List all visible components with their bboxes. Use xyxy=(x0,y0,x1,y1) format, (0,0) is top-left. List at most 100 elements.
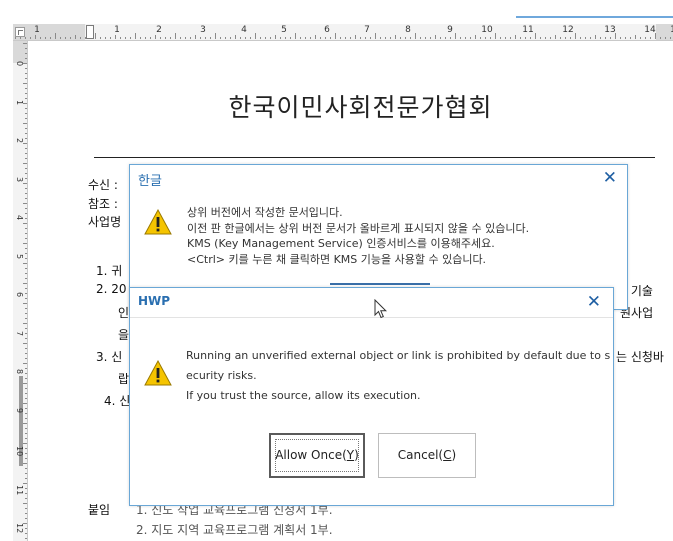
ruler-number: 9 xyxy=(15,407,24,413)
ruler-tick xyxy=(25,188,27,189)
ruler-tick xyxy=(435,35,436,39)
ruler-tick xyxy=(25,198,27,199)
ruler-tick xyxy=(75,35,76,39)
ruler-tick xyxy=(140,37,141,39)
cancel-button[interactable]: Cancel(C) xyxy=(378,433,476,478)
ruler-tick xyxy=(25,138,27,139)
ruler-tick xyxy=(25,273,27,274)
ruler-tick xyxy=(25,508,27,509)
ruler-tick xyxy=(25,173,27,174)
ruler-tick xyxy=(165,37,166,39)
ruler-tick xyxy=(480,37,481,39)
ruler-tick xyxy=(195,35,196,39)
ruler-tick xyxy=(405,37,406,39)
indent-marker-icon[interactable] xyxy=(86,25,94,39)
ruler-tick xyxy=(65,37,66,39)
ruler-tick xyxy=(25,293,27,294)
ruler-tick xyxy=(23,83,27,84)
ruler-tick xyxy=(550,37,551,39)
ruler-tick xyxy=(25,538,27,539)
ruler-tick xyxy=(430,37,431,39)
ruler-tick xyxy=(25,388,27,389)
ruler-tick xyxy=(25,528,27,529)
ruler-tick xyxy=(270,37,271,39)
ruler-tick xyxy=(515,35,516,39)
ruler-tick xyxy=(23,523,27,524)
ruler-tick xyxy=(340,37,341,39)
ruler-number: 7 xyxy=(364,25,370,35)
ruler-tick xyxy=(25,333,27,334)
ruler-tick xyxy=(240,37,241,39)
ruler-tick xyxy=(25,228,27,229)
ruler-tick xyxy=(185,37,186,39)
ruler-tick xyxy=(635,35,636,39)
ruler-tick xyxy=(23,423,27,424)
ruler-tick xyxy=(570,37,571,39)
close-icon[interactable]: ✕ xyxy=(587,292,601,312)
ruler-tick xyxy=(310,37,311,39)
ruler-tick xyxy=(335,33,336,39)
hwp-security-dialog[interactable]: HWP ✕ Running an unverified external obj… xyxy=(129,287,614,506)
title-separator xyxy=(130,317,613,318)
ruler-tick xyxy=(25,98,27,99)
doc-item-4: 4. 신 xyxy=(104,394,131,408)
allow-once-button[interactable]: Allow Once(Y) xyxy=(269,433,365,478)
ruler-tick xyxy=(25,453,27,454)
ruler-tick xyxy=(25,148,27,149)
ruler-tick xyxy=(530,37,531,39)
ruler-tick xyxy=(25,93,27,94)
ruler-tick xyxy=(25,328,27,329)
doc-item-3-line-2: 랍 xyxy=(118,372,130,386)
ruler-tick xyxy=(25,413,27,414)
dialog-title-bar[interactable]: HWP ✕ xyxy=(130,288,613,315)
ruler-tick xyxy=(23,503,27,504)
ruler-tick xyxy=(660,37,661,39)
ruler-tick xyxy=(25,373,27,374)
ruler-corner-tab-icon[interactable] xyxy=(15,27,25,37)
doc-recipient-label: 수신 : xyxy=(88,178,118,192)
ruler-tick xyxy=(385,37,386,39)
ruler-tick xyxy=(325,37,326,39)
close-icon[interactable]: ✕ xyxy=(603,168,617,188)
ruler-number: 8 xyxy=(405,25,411,35)
ruler-tick xyxy=(60,37,61,39)
ruler-tick xyxy=(225,37,226,39)
ruler-tick xyxy=(645,37,646,39)
ruler-tick xyxy=(25,358,27,359)
ruler-tick xyxy=(485,37,486,39)
ruler-tick xyxy=(25,168,27,169)
ruler-tick xyxy=(95,33,96,39)
ruler-tick xyxy=(600,37,601,39)
horizontal-ruler[interactable]: 112345678910111213141 xyxy=(13,24,673,41)
ruler-tick xyxy=(200,37,201,39)
ruler-tick xyxy=(23,383,27,384)
ruler-number: 9 xyxy=(447,25,453,35)
cancel-mnemonic: C xyxy=(443,448,452,462)
ruler-tick xyxy=(25,318,27,319)
document-title: 한국이민사회전문가협회 xyxy=(228,93,493,122)
warning-icon xyxy=(144,360,172,386)
ruler-tick xyxy=(250,37,251,39)
ruler-number: 12 xyxy=(15,523,24,534)
ruler-tick xyxy=(355,35,356,39)
ruler-tick xyxy=(135,33,136,39)
vertical-ruler[interactable]: 0 1 2 3 4 5 6 7 8 9 10 11 12 xyxy=(13,41,28,541)
ruler-tick xyxy=(370,37,371,39)
ruler-tick xyxy=(105,37,106,39)
ruler-number: 7 xyxy=(15,330,24,336)
ruler-tick xyxy=(305,37,306,39)
ruler-tick xyxy=(615,33,616,39)
ruler-tick xyxy=(220,37,221,39)
ruler-number: 4 xyxy=(15,215,24,221)
ruler-tick xyxy=(25,58,27,59)
ruler-tick xyxy=(190,37,191,39)
ruler-tick xyxy=(575,33,576,39)
ruler-tick xyxy=(25,398,27,399)
ruler-tick xyxy=(670,37,671,39)
ruler-tick xyxy=(40,37,41,39)
dialog-message: Running an unverified external object or… xyxy=(186,346,610,406)
doc-project-label: 사업명 xyxy=(88,215,122,229)
ruler-tick xyxy=(360,37,361,39)
dialog-title-bar[interactable]: 한글 ✕ xyxy=(130,165,627,192)
ruler-tick xyxy=(23,163,27,164)
